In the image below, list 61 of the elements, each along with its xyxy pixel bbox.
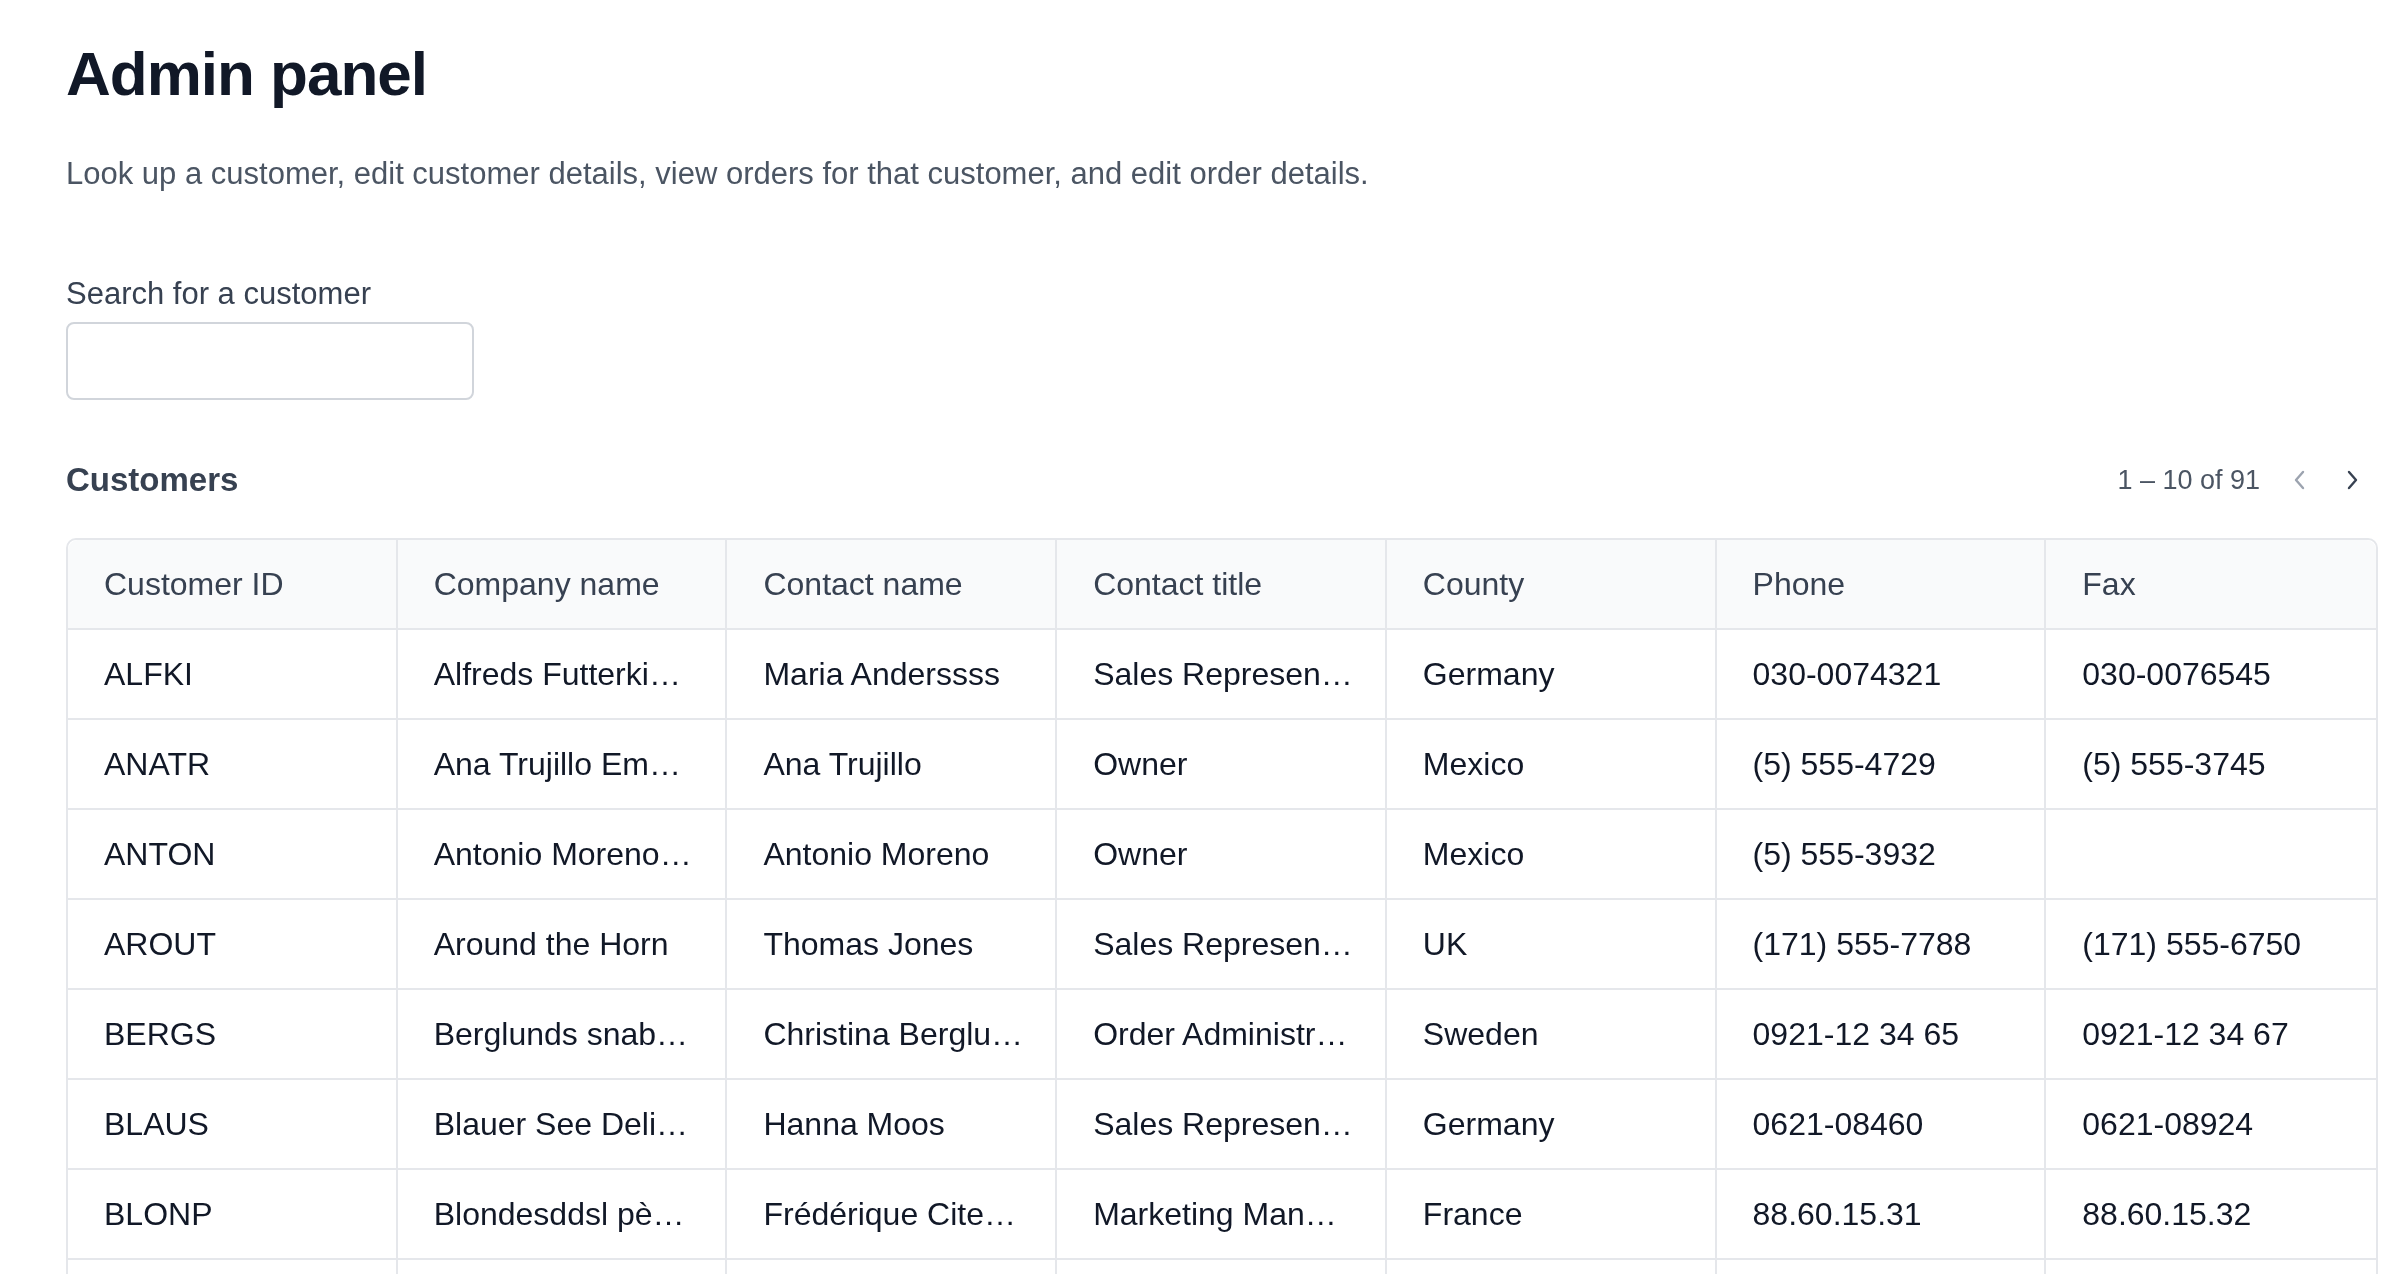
table-cell: Antonio Moreno [763,835,990,873]
table-cell: 88.60.15.32 [2082,1195,2252,1233]
table-cell: ANTON [104,835,216,873]
table-cell: France [1422,1195,1523,1233]
table-cell: Blauer See Deli… [433,1105,689,1143]
table-cell: Christina Berglu… [763,1015,1024,1053]
table-cell: (5) 555-3745 [2082,745,2266,783]
column-header[interactable]: County [1386,540,1717,628]
table-cell: (5) 555-3932 [1752,835,1936,873]
table-cell: Marketing Man… [1093,1195,1337,1233]
table-cell: Antonio Moreno… [433,835,692,873]
column-header[interactable]: Company name [397,540,728,628]
column-header[interactable]: Contact title [1057,540,1387,628]
table-cell: Germany [1422,655,1555,693]
column-header[interactable]: Fax [2046,540,2376,628]
table-cell: Thomas Jones [763,925,974,963]
table-cell: ALFKI [104,655,193,693]
table-cell: Berglunds snab… [433,1015,689,1053]
pagination-range: 1 – 10 of 91 [2117,464,2260,496]
column-header[interactable]: Phone [1716,540,2047,628]
table-cell: UK [1422,925,1468,963]
table-cell: Owner [1093,745,1188,783]
table-cell: Order Administr… [1093,1015,1348,1053]
table-cell: Sales Represen… [1093,655,1353,693]
table-cell: BLONP [104,1195,213,1233]
table-cell: (171) 555-6750 [2082,925,2302,963]
table-cell: 0621-08460 [1752,1105,1924,1143]
table-cell: 0621-08924 [2082,1105,2254,1143]
table-cell: Maria Anderssss [763,655,1000,693]
table-cell: (171) 555-7788 [1752,925,1972,963]
table-cell: Ana Trujillo Em… [433,745,681,783]
page-description: Look up a customer, edit customer details, view orders for that customer, and edit order details. [66,156,1370,192]
table-cell: Frédérique Cite… [763,1195,1016,1233]
search-field[interactable] [66,322,474,400]
search-label: Search for a customer [66,276,372,312]
table-cell: 0921-12 34 65 [1752,1015,1959,1053]
table-cell: 0921-12 34 67 [2082,1015,2289,1053]
table-cell: Blondesddsl pè… [433,1195,685,1233]
table-cell: BLAUS [104,1105,209,1143]
table-cell: 030-0074321 [1752,655,1942,693]
page-title: Admin panel [66,38,429,110]
table-cell: 88.60.15.31 [1752,1195,1922,1233]
table-cell: Around the Horn [433,925,669,963]
table-cell: Hanna Moos [763,1105,945,1143]
table-cell: Mexico [1422,835,1525,873]
table-cell: Ana Trujillo [763,745,922,783]
table-cell: 030-0076545 [2082,655,2271,693]
table-cell: Owner [1093,835,1188,873]
table-cell: Sales Represen… [1093,1105,1353,1143]
table-cell: Alfreds Futterki… [433,655,681,693]
table-cell: (5) 555-4729 [1752,745,1936,783]
table-cell: Sweden [1422,1015,1539,1053]
table-cell: Germany [1422,1105,1555,1143]
table-cell: BERGS [104,1015,217,1053]
table-cell: Sales Represen… [1093,925,1353,963]
column-header[interactable]: Customer ID [68,540,398,628]
table-cell: AROUT [104,925,216,963]
table-cell: Mexico [1422,745,1525,783]
table-cell: ANATR [104,745,211,783]
column-header[interactable]: Contact name [727,540,1058,628]
section-heading: Customers [66,461,239,499]
